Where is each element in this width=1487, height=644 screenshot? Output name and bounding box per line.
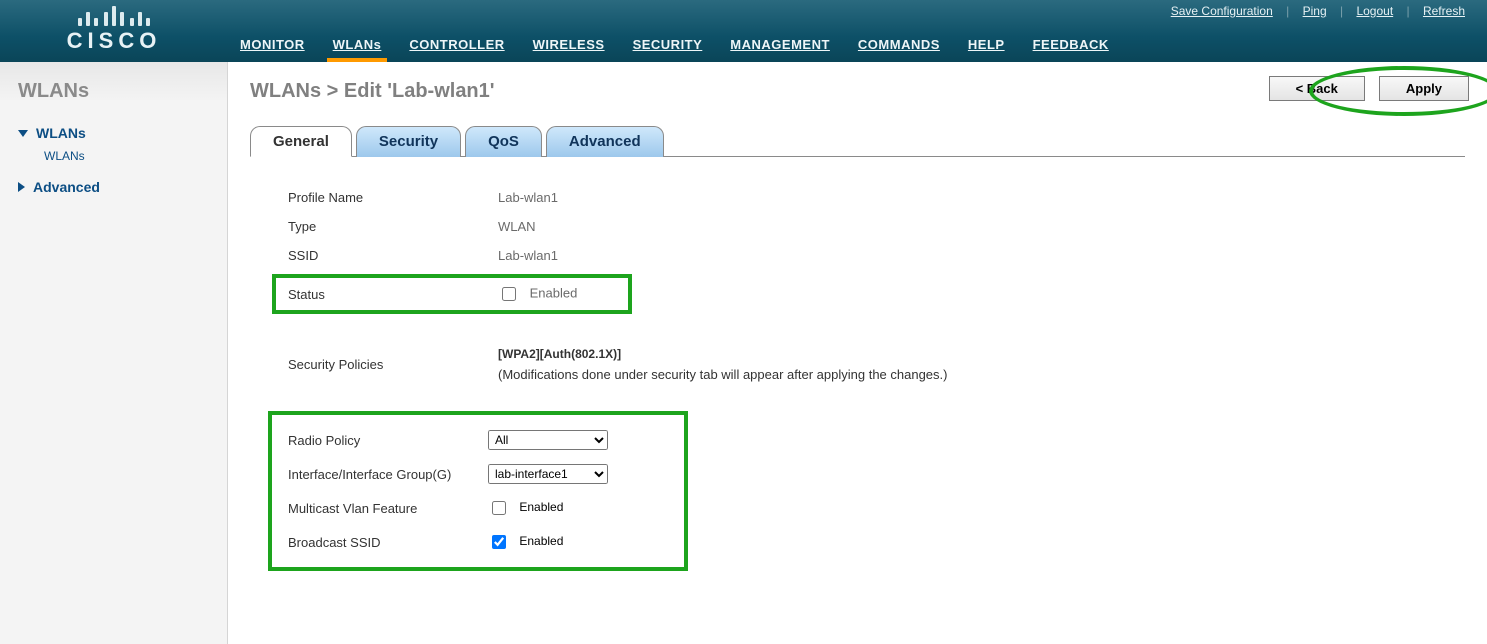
type-value: WLAN <box>498 219 536 234</box>
chevron-down-icon <box>18 130 28 137</box>
annotation-box-radio: Radio Policy All Interface/Interface Gro… <box>268 411 688 571</box>
action-buttons: < Back Apply <box>1269 76 1469 101</box>
multicast-enabled-text: Enabled <box>519 500 563 514</box>
main-nav: MONITOR WLANs CONTROLLER WIRELESS SECURI… <box>240 37 1109 62</box>
logout-link[interactable]: Logout <box>1356 4 1393 18</box>
interface-label: Interface/Interface Group(G) <box>288 467 488 482</box>
status-enabled-text: Enabled <box>530 285 578 300</box>
annotation-box-status: Status Enabled <box>272 274 632 314</box>
back-button[interactable]: < Back <box>1269 76 1365 101</box>
sidebar: WLANs WLANs WLANs Advanced <box>0 62 228 644</box>
tab-general[interactable]: General <box>250 126 352 157</box>
sidebar-item-label: Advanced <box>33 179 100 195</box>
nav-feedback[interactable]: FEEDBACK <box>1033 37 1109 52</box>
multicast-checkbox[interactable] <box>492 501 506 515</box>
status-label: Status <box>288 287 498 302</box>
topbar: CISCO Save Configuration | Ping | Logout… <box>0 0 1487 62</box>
security-policies-label: Security Policies <box>288 357 498 372</box>
nav-management[interactable]: MANAGEMENT <box>730 37 830 52</box>
type-label: Type <box>288 219 498 234</box>
sidebar-title: WLANs <box>18 80 209 103</box>
nav-wireless[interactable]: WIRELESS <box>533 37 605 52</box>
top-links: Save Configuration | Ping | Logout | Ref… <box>1167 4 1469 18</box>
nav-security[interactable]: SECURITY <box>633 37 703 52</box>
sidebar-item-label: WLANs <box>36 125 86 141</box>
nav-controller[interactable]: CONTROLLER <box>409 37 504 52</box>
sidebar-item-advanced[interactable]: Advanced <box>18 173 209 201</box>
brand-text: CISCO <box>0 28 228 54</box>
nav-wlans[interactable]: WLANs <box>333 37 382 52</box>
ssid-label: SSID <box>288 248 498 263</box>
nav-commands[interactable]: COMMANDS <box>858 37 940 52</box>
nav-monitor[interactable]: MONITOR <box>240 37 305 52</box>
nav-help[interactable]: HELP <box>968 37 1005 52</box>
form-general: Profile Name Lab-wlan1 Type WLAN SSID La… <box>250 157 1465 581</box>
security-policies-note: (Modifications done under security tab w… <box>498 367 947 382</box>
refresh-link[interactable]: Refresh <box>1423 4 1465 18</box>
tab-qos[interactable]: QoS <box>465 126 542 157</box>
profile-name-label: Profile Name <box>288 190 498 205</box>
logo: CISCO <box>0 0 228 62</box>
sidebar-item-wlans[interactable]: WLANs <box>18 119 209 147</box>
save-configuration-link[interactable]: Save Configuration <box>1171 4 1273 18</box>
tab-security[interactable]: Security <box>356 126 461 157</box>
broadcast-checkbox[interactable] <box>492 535 506 549</box>
tab-row: General Security QoS Advanced <box>250 125 1465 157</box>
multicast-label: Multicast Vlan Feature <box>288 501 488 516</box>
tab-advanced[interactable]: Advanced <box>546 126 664 157</box>
profile-name-value: Lab-wlan1 <box>498 190 558 205</box>
sidebar-sub-wlans[interactable]: WLANs <box>18 147 209 173</box>
security-policies-value: [WPA2][Auth(802.1X)] <box>498 347 947 361</box>
radio-policy-select[interactable]: All <box>488 430 608 450</box>
broadcast-label: Broadcast SSID <box>288 535 488 550</box>
cisco-bars-icon <box>76 6 153 26</box>
ping-link[interactable]: Ping <box>1303 4 1327 18</box>
interface-select[interactable]: lab-interface1 <box>488 464 608 484</box>
apply-button[interactable]: Apply <box>1379 76 1469 101</box>
ssid-value: Lab-wlan1 <box>498 248 558 263</box>
broadcast-enabled-text: Enabled <box>519 534 563 548</box>
radio-policy-label: Radio Policy <box>288 433 488 448</box>
content: WLANs > Edit 'Lab-wlan1' < Back Apply Ge… <box>228 62 1487 644</box>
status-checkbox[interactable] <box>502 287 516 301</box>
chevron-right-icon <box>18 182 25 192</box>
